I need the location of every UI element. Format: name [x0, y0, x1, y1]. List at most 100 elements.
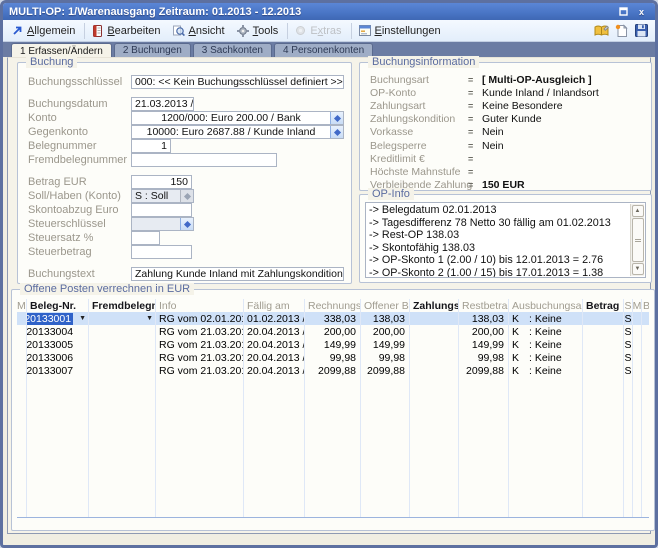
menu-ansicht[interactable]: Ansicht — [168, 23, 232, 39]
restore-button[interactable] — [616, 5, 631, 18]
col-header-zahlungsbetrag[interactable]: Zahlungsbetrag — [410, 299, 459, 312]
info-label: Belegsperre — [370, 140, 468, 152]
steuersatz-input[interactable] — [131, 231, 160, 245]
betrag-eur-input[interactable]: 150 — [131, 175, 192, 189]
menu-bearbeiten[interactable]: Bearbeiten — [87, 23, 167, 39]
cell-fremdbelegnummer[interactable]: ▼ — [89, 312, 156, 325]
table-row[interactable]: 20133004 ▼ ▼ RG vom 21.03.2013 20.04.201… — [17, 325, 649, 338]
scroll-thumb[interactable] — [632, 218, 644, 262]
cell-ausbuchungsart[interactable]: K : Keine — [509, 364, 583, 377]
cell-ausbuchungsart[interactable]: K : Keine — [509, 325, 583, 338]
cell-rechnungsbetrag: 338,03 — [305, 312, 361, 325]
col-header-fremdbelegnummer[interactable]: Fremdbelegnummer — [89, 299, 156, 312]
beleg-nr-value: 20133006 — [27, 352, 73, 364]
soll-haben-select[interactable]: S : Soll — [131, 189, 194, 203]
col-header-faellig-am[interactable]: Fällig am — [244, 299, 305, 312]
dropdown-button[interactable] — [180, 218, 193, 230]
tab-strip: 1 Erfassen/Ändern 2 Buchungen 3 Sachkont… — [3, 42, 655, 57]
cell-ausbuchungsart[interactable]: K : Keine — [509, 338, 583, 351]
gegenkonto-select[interactable]: 10000: Euro 2687.88 / Kunde Inland — [131, 125, 344, 139]
cell-fremdbelegnummer[interactable]: ▼ — [89, 325, 156, 338]
cell-fremdbelegnummer[interactable]: ▼ — [89, 338, 156, 351]
info-label: Zahlungsart — [370, 100, 468, 112]
chevron-down-icon[interactable]: ▼ — [146, 315, 153, 322]
col-header-restbetrag[interactable]: Restbetrag — [459, 299, 509, 312]
cell-betrag[interactable] — [583, 351, 624, 364]
col-header-b[interactable]: B — [642, 299, 649, 312]
buchungsinformation-groupbox: Buchungsinformation = Buchungsart = [ Mu… — [359, 62, 652, 191]
buchungstext-select[interactable]: Zahlung Kunde Inland mit Zahlungskonditi… — [131, 267, 344, 281]
field-row-belegnummer: Belegnummer 1 — [28, 139, 345, 153]
cell-zahlungsbetrag[interactable] — [410, 351, 459, 364]
menu-separator — [287, 23, 288, 39]
table-row[interactable]: 20133005 ▼ ▼ RG vom 21.03.2013 20.04.201… — [17, 338, 649, 351]
cell-betrag[interactable] — [583, 325, 624, 338]
steuerschluessel-select[interactable] — [131, 217, 194, 231]
table-header-row: M Beleg-Nr. Fremdbelegnummer Info Fällig… — [17, 299, 649, 312]
close-button[interactable]: x — [634, 5, 649, 18]
buchungsdatum-select[interactable]: 21.03.2013 /Do — [131, 97, 194, 111]
cell-beleg-nr[interactable]: 20133005 ▼ — [27, 338, 89, 351]
op-info-line: -> Belegdatum 02.01.2013 — [369, 204, 629, 217]
scroll-up-icon[interactable]: ▲ — [632, 205, 644, 217]
cell-s: S — [624, 364, 633, 377]
dropdown-button[interactable] — [330, 112, 343, 124]
cell-zahlungsbetrag[interactable] — [410, 312, 459, 325]
menu-tools[interactable]: Tools — [232, 23, 286, 39]
cell-offener-betrag: 99,98 — [361, 351, 410, 364]
new-document-button[interactable] — [611, 22, 631, 40]
tab-personenkonten[interactable]: 4 Personenkonten — [274, 43, 373, 57]
beleg-nr-value: 20133001 — [27, 313, 73, 325]
col-header-m[interactable]: M — [17, 299, 27, 312]
beleg-nr-value: 20133004 — [27, 326, 73, 338]
table-row[interactable]: 20133001 ▼ ▼ RG vom 02.01.2013 01.02.201… — [17, 312, 649, 325]
tab-buchungen[interactable]: 2 Buchungen — [114, 43, 191, 57]
buchungsschluessel-select[interactable]: 000: << Kein Buchungsschlüssel definiert… — [131, 75, 344, 89]
col-header-beleg-nr[interactable]: Beleg-Nr. — [27, 299, 89, 312]
cell-zahlungsbetrag[interactable] — [410, 338, 459, 351]
cell-zahlungsbetrag[interactable] — [410, 325, 459, 338]
offene-posten-group-title: Offene Posten verrechnen in EUR — [20, 283, 194, 295]
chevron-down-icon[interactable]: ▼ — [79, 315, 86, 322]
cell-beleg-nr[interactable]: 20133007 ▼ — [27, 364, 89, 377]
konto-select[interactable]: 1200/000: Euro 200.00 / Bank — [131, 111, 344, 125]
betrag-eur-label: Betrag EUR — [28, 176, 131, 188]
cell-betrag[interactable] — [583, 364, 624, 377]
op-info-scrollbar[interactable]: ▲ ▼ — [630, 204, 644, 276]
cell-beleg-nr[interactable]: 20133004 ▼ — [27, 325, 89, 338]
tab-sachkonten[interactable]: 3 Sachkonten — [193, 43, 272, 57]
col-header-info[interactable]: Info — [156, 299, 244, 312]
col-header-betrag[interactable]: Betrag — [583, 299, 624, 312]
cell-betrag[interactable] — [583, 312, 624, 325]
menu-allgemein[interactable]: Allgemein — [7, 23, 82, 39]
dropdown-button[interactable] — [330, 126, 343, 138]
col-header-offener-betrag[interactable]: Offener Betrag — [361, 299, 410, 312]
buchungsinformation-row: Höchste Mahnstufe = — [370, 165, 643, 178]
op-info-textbox[interactable]: -> Belegdatum 02.01.2013-> Tagesdifferen… — [365, 202, 646, 278]
dropdown-button[interactable] — [180, 190, 193, 202]
cell-beleg-nr[interactable]: 20133001 ▼ — [27, 312, 89, 325]
scroll-down-icon[interactable]: ▼ — [632, 263, 644, 275]
buchungsdatum-label: Buchungsdatum — [28, 98, 131, 110]
post-booking-button[interactable] — [591, 22, 611, 40]
save-button[interactable] — [631, 22, 651, 40]
cell-ausbuchungsart[interactable]: K : Keine — [509, 351, 583, 364]
title-bar: MULTI-OP: 1/Warenausgang Zeitraum: 01.20… — [3, 3, 655, 20]
skontoabzug-input[interactable] — [131, 203, 192, 217]
cell-fremdbelegnummer[interactable]: ▼ — [89, 364, 156, 377]
steuerbetrag-input[interactable] — [131, 245, 192, 259]
fremdbelegnummer-input[interactable] — [131, 153, 277, 167]
cell-betrag[interactable] — [583, 338, 624, 351]
col-header-ausbuchungsart[interactable]: Ausbuchungsart — [509, 299, 583, 312]
cell-beleg-nr[interactable]: 20133006 ▼ — [27, 351, 89, 364]
cell-zahlungsbetrag[interactable] — [410, 364, 459, 377]
col-header-rechnungsbetrag[interactable]: Rechnungsbetrag — [305, 299, 361, 312]
table-row[interactable]: 20133007 ▼ ▼ RG vom 21.03.2013 20.04.201… — [17, 364, 649, 377]
table-row[interactable]: 20133006 ▼ ▼ RG vom 21.03.2013 20.04.201… — [17, 351, 649, 364]
col-header-s[interactable]: S — [624, 299, 633, 312]
menu-einstellungen[interactable]: Einstellungen — [354, 23, 448, 39]
belegnummer-input[interactable]: 1 — [131, 139, 171, 153]
cell-fremdbelegnummer[interactable]: ▼ — [89, 351, 156, 364]
cell-ausbuchungsart[interactable]: K : Keine — [509, 312, 583, 325]
col-header-m2[interactable]: M — [633, 299, 642, 312]
